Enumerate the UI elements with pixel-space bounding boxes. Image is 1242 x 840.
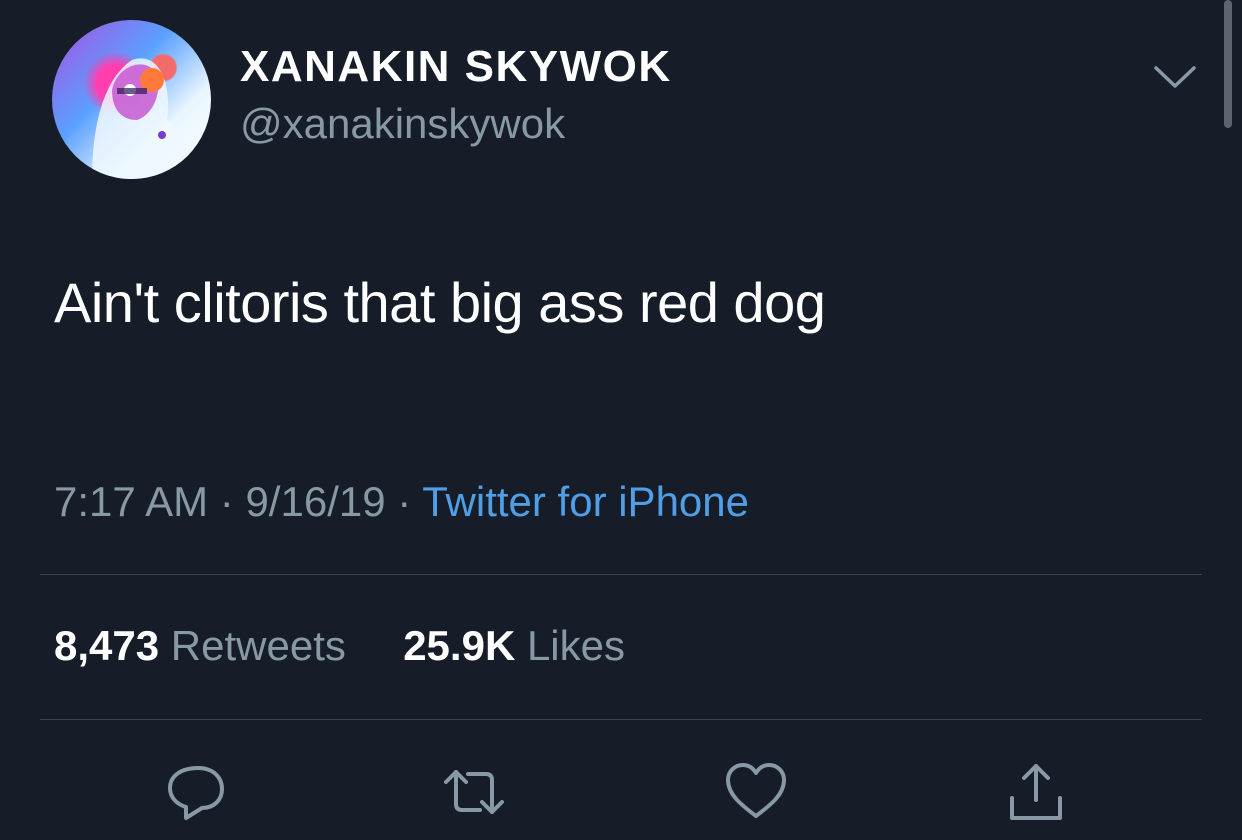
- tweet-time: 7:17 AM: [54, 478, 209, 525]
- user-handle[interactable]: @xanakinskywok: [240, 100, 565, 148]
- retweets-label: Retweets: [170, 622, 346, 669]
- likes-stat[interactable]: 25.9K Likes: [403, 622, 625, 669]
- likes-label: Likes: [526, 622, 626, 669]
- tweet-stats: 8,473 Retweets 25.9K Likes: [54, 622, 625, 670]
- retweet-icon: [444, 770, 504, 814]
- tweet-source-link[interactable]: Twitter for iPhone: [422, 478, 749, 525]
- reply-icon: [168, 766, 224, 820]
- avatar[interactable]: [52, 20, 211, 179]
- tweet-actions: [0, 760, 1242, 830]
- retweets-stat[interactable]: 8,473 Retweets: [54, 622, 358, 669]
- heart-icon: [726, 763, 786, 818]
- divider: [40, 574, 1202, 575]
- reply-button[interactable]: [164, 760, 228, 824]
- likes-count: 25.9K: [403, 622, 516, 669]
- tweet-meta: 7:17 AM · 9/16/19 · Twitter for iPhone: [54, 478, 749, 526]
- avatar-image: [92, 58, 202, 179]
- tweet-text: Ain't clitoris that big ass red dog: [54, 271, 826, 334]
- display-name[interactable]: XANAKIN SKYWOK: [240, 42, 672, 92]
- share-icon: [1010, 764, 1062, 820]
- like-button[interactable]: [724, 760, 788, 824]
- tweet-detail: XANAKIN SKYWOK @xanakinskywok Ain't clit…: [0, 0, 1242, 840]
- share-button[interactable]: [1004, 760, 1068, 824]
- meta-separator: ·: [397, 478, 412, 525]
- divider: [40, 719, 1202, 720]
- more-options-button[interactable]: [1150, 58, 1200, 94]
- retweet-button[interactable]: [442, 760, 506, 824]
- meta-separator: ·: [219, 478, 234, 525]
- retweets-count: 8,473: [54, 622, 160, 669]
- chevron-down-icon: [1154, 66, 1196, 88]
- scrollbar[interactable]: [1224, 0, 1232, 128]
- tweet-date: 9/16/19: [245, 478, 386, 525]
